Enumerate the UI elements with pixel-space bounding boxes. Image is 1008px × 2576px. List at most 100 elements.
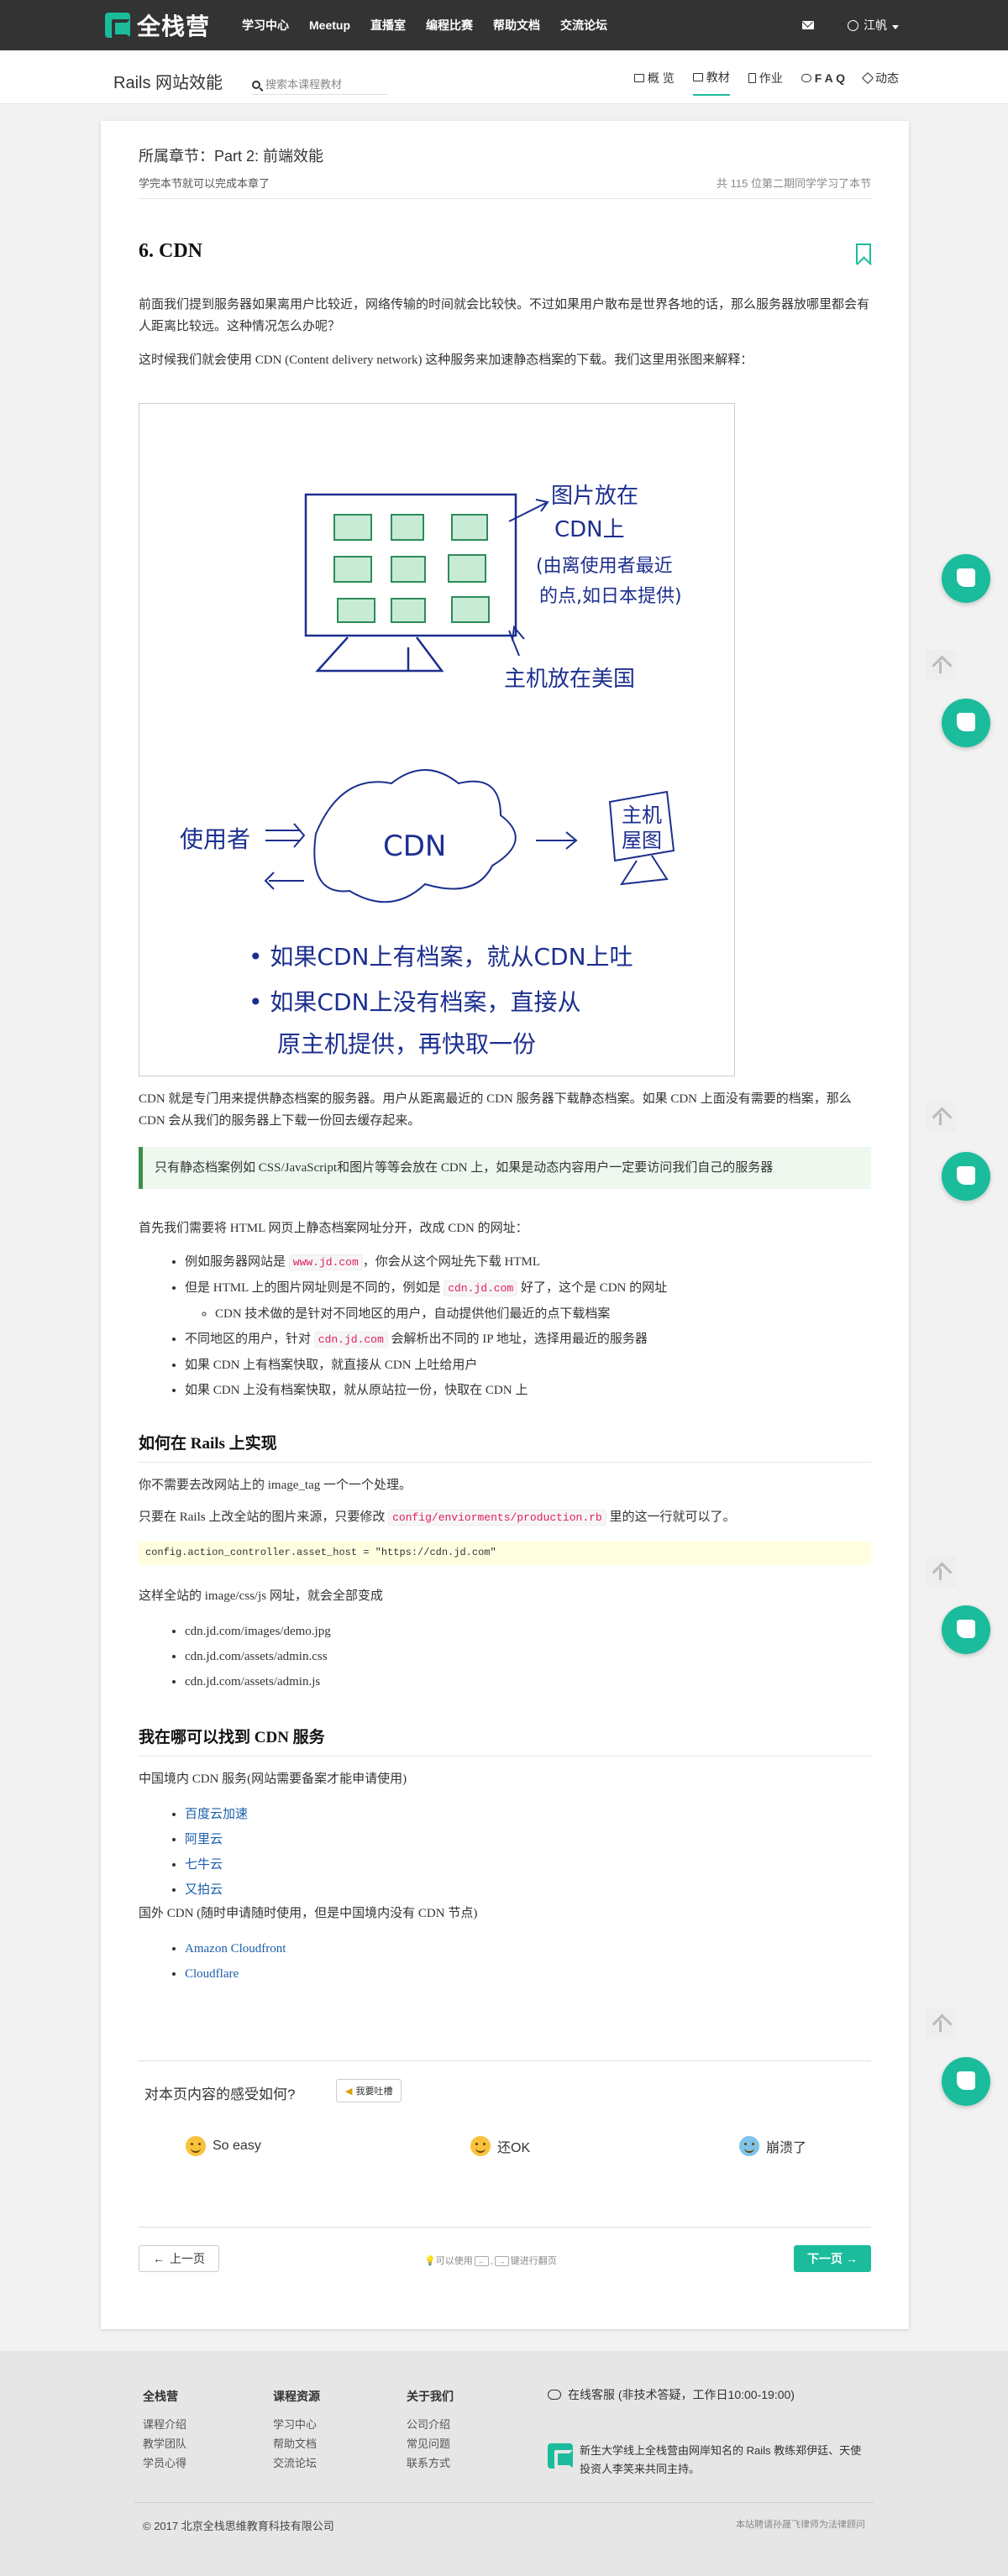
scroll-top-icon[interactable] bbox=[926, 650, 956, 680]
scroll-top-icon[interactable] bbox=[926, 2008, 956, 2039]
footer-col-brand: 全栈营 课程介绍 教学团队 学员心得 bbox=[143, 2388, 186, 2473]
logo-icon bbox=[105, 13, 130, 38]
footer-col-title: 关于我们 bbox=[407, 2390, 454, 2403]
grinning-face-icon bbox=[186, 2136, 206, 2156]
paragraph-image-tag: 你不需要去改网站上的 image_tag 一个一个处理。 bbox=[139, 1479, 412, 1492]
mail-icon[interactable] bbox=[802, 21, 814, 29]
reaction-ok[interactable]: 还OK bbox=[470, 2136, 530, 2156]
link-qiniu[interactable]: 七牛云 bbox=[185, 1858, 223, 1872]
chat-widget-button[interactable] bbox=[942, 1152, 990, 1201]
diagram-bullet2b: 原主机提供，再快取一份 bbox=[277, 1030, 536, 1058]
diagram-bullet1: • 如果CDN上有档案，就从CDN上吐 bbox=[249, 943, 633, 971]
copyright: © 2017 北京全栈思维教育科技有限公司 bbox=[143, 2520, 334, 2532]
link-aliyun[interactable]: 阿里云 bbox=[185, 1833, 223, 1846]
tab-homework[interactable]: 作业 bbox=[748, 69, 783, 96]
complain-label: 我要吐槽 bbox=[355, 2086, 393, 2097]
search-box bbox=[252, 75, 388, 95]
cdn-diagram-sketch: 图片放在 CDN上 (由离使用者最近 的点,如日本提供) 主机放在美国 使用者 … bbox=[180, 484, 682, 1058]
cdn-explain-list: 例如服务器网站是 www.jd.com，你会从这个网址先下载 HTML 但是 H… bbox=[185, 1249, 667, 1403]
footer-link-courses[interactable]: 课程介绍 bbox=[143, 2415, 186, 2434]
cdn-url-list: cdn.jd.com/images/demo.jpg cdn.jd.com/as… bbox=[185, 1619, 331, 1694]
paragraph-foreign: 国外 CDN (随时申请随时使用，但是中国境内没有 CDN 节点) bbox=[139, 1907, 478, 1920]
tab-faq[interactable]: F A Q bbox=[801, 69, 845, 96]
tab-overview[interactable]: 概 览 bbox=[633, 69, 675, 96]
footer-link-forum[interactable]: 交流论坛 bbox=[273, 2453, 320, 2473]
footer-col-resources: 课程资源 学习中心 帮助文档 交流论坛 bbox=[273, 2388, 320, 2473]
text: 不同地区的用户，针对 bbox=[185, 1333, 314, 1346]
link-cloudflare[interactable]: Cloudflare bbox=[185, 1967, 239, 1981]
list-item: 例如服务器网站是 www.jd.com，你会从这个网址先下载 HTML bbox=[185, 1249, 667, 1275]
crying-face-icon bbox=[739, 2136, 759, 2156]
chat-widget-button[interactable] bbox=[942, 554, 990, 603]
footer-link-testimonials[interactable]: 学员心得 bbox=[143, 2453, 186, 2473]
footer-link-company[interactable]: 公司介绍 bbox=[407, 2415, 454, 2434]
inline-code: www.jd.com bbox=[288, 1254, 363, 1270]
note-cdn: CDN上 bbox=[554, 517, 625, 542]
note-paren2: 的点,如日本提供) bbox=[539, 586, 682, 607]
chat-widget-button[interactable] bbox=[942, 699, 990, 747]
course-header: Rails 网站效能 概 览 教材 作业 F A Q 动态 bbox=[0, 50, 1008, 104]
footer-logo-icon bbox=[548, 2443, 573, 2469]
hint-text: 可以使用 bbox=[435, 2256, 473, 2266]
footer-link-faq[interactable]: 常见问题 bbox=[407, 2434, 454, 2453]
list-item: 如果 CDN 上有档案快取，就直接从 CDN 上吐给用户 bbox=[185, 1353, 667, 1378]
list-item: cdn.jd.com/assets/admin.css bbox=[185, 1644, 331, 1669]
list-item: 百度云加速 bbox=[185, 1802, 248, 1827]
heading-where-cdn: 我在哪可以找到 CDN 服务 bbox=[139, 1725, 871, 1757]
footer-link-team[interactable]: 教学团队 bbox=[143, 2434, 186, 2453]
brand-logo[interactable]: 全栈营 bbox=[105, 10, 210, 40]
tab-materials[interactable]: 教材 bbox=[692, 69, 730, 96]
arrow-right-icon: → bbox=[846, 2252, 858, 2265]
key-right: → bbox=[494, 2256, 509, 2266]
footer-link-contact[interactable]: 联系方式 bbox=[407, 2453, 454, 2473]
nav-link-contest[interactable]: 编程比赛 bbox=[426, 17, 473, 34]
nav-link-forum[interactable]: 交流论坛 bbox=[560, 17, 607, 34]
keyboard-hint: 💡可以使用 ←, → 键进行翻页 bbox=[424, 2256, 557, 2266]
tab-label: 动态 bbox=[875, 71, 899, 85]
user-menu[interactable]: 江帆 bbox=[864, 17, 899, 34]
list-item: cdn.jd.com/images/demo.jpg bbox=[185, 1619, 331, 1644]
paragraph-cdn-explain: CDN 就是专门用来提供静态档案的服务器。用户从距离最近的 CDN 服务器下载静… bbox=[139, 1092, 852, 1128]
nav-link-help-docs[interactable]: 帮助文档 bbox=[493, 17, 540, 34]
nav-link-learning-center[interactable]: 学习中心 bbox=[242, 17, 289, 34]
online-service[interactable]: 在线客服 (非技术答疑，工作日10:00-19:00) bbox=[548, 2386, 795, 2403]
prev-page-button[interactable]: ← 上一页 bbox=[139, 2245, 219, 2272]
nav-link-live-room[interactable]: 直播室 bbox=[370, 17, 406, 34]
footer-link-help-docs[interactable]: 帮助文档 bbox=[273, 2434, 320, 2453]
chat-widget-button[interactable] bbox=[942, 1605, 990, 1654]
text: 里的这一行就可以了。 bbox=[606, 1511, 736, 1524]
link-cloudfront[interactable]: Amazon Cloudfront bbox=[185, 1942, 286, 1956]
link-upyun[interactable]: 又拍云 bbox=[185, 1883, 223, 1897]
list-item: 阿里云 bbox=[185, 1827, 248, 1852]
link-baidu-yun[interactable]: 百度云加速 bbox=[185, 1808, 248, 1821]
tags-icon bbox=[861, 71, 874, 85]
list-item: 如果 CDN 上没有档案快取，就从原站拉一份，快取在 CDN 上 bbox=[185, 1378, 667, 1403]
scroll-top-icon[interactable] bbox=[926, 1102, 956, 1132]
tab-activity[interactable]: 动态 bbox=[861, 69, 899, 96]
chat-widget-button[interactable] bbox=[942, 2057, 990, 2106]
scroll-top-icon[interactable] bbox=[926, 1557, 956, 1587]
reaction-label: 崩溃了 bbox=[766, 2141, 807, 2155]
bookmark-icon[interactable] bbox=[856, 243, 871, 264]
key-left: ← bbox=[474, 2256, 489, 2266]
lesson-card: 所属章节：Part 2: 前端效能 学完本节就可以完成本章了 共 115 位第二… bbox=[101, 121, 909, 2329]
reaction-so-easy[interactable]: So easy bbox=[186, 2136, 261, 2156]
footer-col-title: 全栈营 bbox=[143, 2390, 178, 2403]
chat-icon bbox=[548, 2390, 561, 2400]
hint-text: 键进行翻页 bbox=[510, 2256, 557, 2266]
reaction-crashed[interactable]: 崩溃了 bbox=[739, 2136, 806, 2156]
prev-label: 上一页 bbox=[170, 2252, 205, 2265]
note-paren1: (由离使用者最近 bbox=[536, 556, 673, 577]
search-input[interactable] bbox=[265, 78, 383, 91]
cdn-diagram-image: 图片放在 CDN上 (由离使用者最近 的点,如日本提供) 主机放在美国 使用者 … bbox=[139, 403, 735, 1076]
cdn-label: CDN bbox=[383, 830, 446, 863]
domestic-cdn-list: 百度云加速 阿里云 七牛云 又拍云 bbox=[185, 1802, 248, 1903]
tab-label: 作业 bbox=[759, 71, 783, 85]
next-page-button[interactable]: 下一页 → bbox=[794, 2245, 871, 2272]
legal-counsel: 本站聘请孙晟飞律师为法律顾问 bbox=[736, 2520, 865, 2530]
list-item: 但是 HTML 上的图片网址则是不同的，例如是 cdn.jd.com 好了，这个… bbox=[185, 1275, 667, 1327]
footer-link-learning-center[interactable]: 学习中心 bbox=[273, 2415, 320, 2434]
complain-button[interactable]: ◀ 我要吐槽 bbox=[336, 2079, 402, 2102]
nav-link-meetup[interactable]: Meetup bbox=[309, 18, 350, 32]
feedback-question: 对本页内容的感受如何? bbox=[144, 2086, 296, 2102]
